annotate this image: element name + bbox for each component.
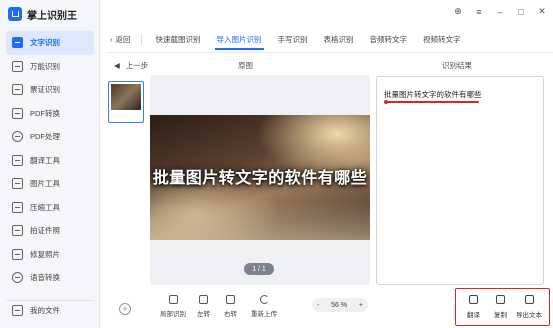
copy-icon <box>496 295 505 304</box>
sidebar-item-label: 语音转换 <box>30 273 60 283</box>
export-icon <box>524 295 534 304</box>
close-button[interactable]: ✕ <box>537 6 547 17</box>
menu-icon[interactable]: ≡ <box>474 7 484 17</box>
sidebar-item-label: 修复照片 <box>30 249 60 259</box>
rotate-right-button[interactable]: 右转 <box>224 295 237 318</box>
tab-audio-to-text[interactable]: 音频转文字 <box>368 34 410 45</box>
image-thumbnail[interactable] <box>108 81 144 123</box>
reupload-button[interactable]: 重新上传 <box>251 295 277 318</box>
preview-image: 批量图片转文字的软件有哪些 <box>150 115 370 240</box>
sidebar-item-label: PDF转换 <box>30 108 60 118</box>
pdf-convert-icon <box>12 107 23 119</box>
sidebar-item-translate[interactable]: 翻译工具 <box>6 149 94 173</box>
folder-icon <box>12 305 23 316</box>
sidebar-list: 文字识别 万能识别 票证识别 PDF转换 PDF处理 翻译工具 图片工具 压缩工… <box>6 31 94 290</box>
divider <box>108 52 553 53</box>
zoom-out-button[interactable]: - <box>317 302 319 309</box>
sidebar-item-pdf-process[interactable]: PDF处理 <box>6 125 94 149</box>
reupload-label: 重新上传 <box>251 311 277 318</box>
sidebar-item-label: 压缩工具 <box>30 202 60 212</box>
sidebar-item-text-recognition[interactable]: 文字识别 <box>6 31 94 55</box>
tab-table[interactable]: 表格识别 <box>322 34 356 45</box>
crop-label: 局部识别 <box>160 311 186 318</box>
copy-label: 复制 <box>494 312 507 319</box>
sidebar-item-label: 票证识别 <box>30 85 60 95</box>
top-tabs: ‹ 返回 快速截图识别 导入图片识别 手写识别 表格识别 音频转文字 视频转文字 <box>110 30 550 50</box>
universal-recognition-icon <box>12 60 23 72</box>
sidebar-item-image-tool[interactable]: 图片工具 <box>6 172 94 196</box>
result-text[interactable]: 批量图片转文字的软件有哪些 <box>384 89 482 100</box>
my-files-button[interactable]: 我的文件 <box>6 300 94 320</box>
app-title: 掌上识别王 <box>27 10 77 22</box>
image-tool-icon <box>12 178 23 190</box>
thumbnail-image <box>111 84 141 110</box>
zoom-in-button[interactable]: + <box>359 302 363 309</box>
translate-icon <box>12 154 23 166</box>
sidebar-item-pdf-convert[interactable]: PDF转换 <box>6 102 94 126</box>
text-recognition-icon <box>12 37 23 49</box>
chevron-left-icon: ‹ <box>110 34 113 44</box>
refresh-icon <box>259 295 269 304</box>
copy-button[interactable]: 复制 <box>494 295 507 319</box>
sidebar-item-label: 图片工具 <box>30 179 60 189</box>
tab-quick-screenshot[interactable]: 快速截图识别 <box>154 34 203 45</box>
rotate-left-icon <box>199 295 208 304</box>
rotate-right-label: 右转 <box>224 311 237 318</box>
translate-icon <box>469 295 478 304</box>
sidebar-item-universal-recognition[interactable]: 万能识别 <box>6 55 94 79</box>
sidebar: 掌上识别王 文字识别 万能识别 票证识别 PDF转换 PDF处理 翻译工具 图片… <box>0 0 100 328</box>
tab-import-image[interactable]: 导入图片识别 <box>214 34 264 50</box>
sidebar-item-repair-photo[interactable]: 修复照片 <box>6 243 94 267</box>
sidebar-item-id-photo[interactable]: 拍证件照 <box>6 219 94 243</box>
previous-step-label: 上一步 <box>125 61 149 70</box>
sidebar-item-label: 翻译工具 <box>30 155 60 165</box>
highlight-underline <box>384 100 479 104</box>
sidebar-item-label: PDF处理 <box>30 132 60 142</box>
result-panel[interactable] <box>376 76 544 285</box>
tab-handwriting[interactable]: 手写识别 <box>276 34 310 45</box>
translate-label: 翻译 <box>467 312 480 319</box>
pdf-process-icon <box>12 131 23 143</box>
skin-icon[interactable]: ⊕ <box>453 6 463 17</box>
window-controls: ⊕ ≡ – □ ✕ <box>453 6 547 17</box>
zoom-value: 56 % <box>331 301 348 309</box>
app-logo: 掌上识别王 <box>8 6 77 22</box>
image-banner-text: 批量图片转文字的软件有哪些 <box>152 168 368 187</box>
back-label: 返回 <box>115 34 131 44</box>
back-button[interactable]: ‹ 返回 <box>110 33 142 45</box>
crop-icon <box>168 295 178 304</box>
add-image-button[interactable]: + <box>119 303 131 315</box>
maximize-button[interactable]: □ <box>516 7 526 17</box>
crop-recognize-button[interactable]: 局部识别 <box>160 295 186 318</box>
id-photo-icon <box>12 225 23 237</box>
ticket-recognition-icon <box>12 84 23 96</box>
page-indicator: 1 / 1 <box>244 263 274 275</box>
sidebar-item-label: 拍证件照 <box>30 226 60 236</box>
minimize-button[interactable]: – <box>495 7 505 17</box>
result-title: 识别结果 <box>442 61 472 70</box>
sidebar-item-label: 万能识别 <box>30 61 60 71</box>
sidebar-item-label: 文字识别 <box>30 38 60 48</box>
repair-photo-icon <box>12 248 23 260</box>
rotate-right-icon <box>226 295 235 304</box>
voice-convert-icon <box>12 272 23 284</box>
rotate-left-label: 左转 <box>197 311 210 318</box>
sidebar-item-voice-convert[interactable]: 语音转换 <box>6 266 94 290</box>
app-logo-icon <box>8 7 22 21</box>
zoom-control: - 56 % + <box>312 298 368 312</box>
export-text-button[interactable]: 导出文本 <box>516 295 542 319</box>
my-files-label: 我的文件 <box>30 306 60 315</box>
previous-step-button[interactable]: ◀ 上一步 <box>114 60 148 71</box>
original-image-title: 原图 <box>238 61 253 70</box>
sidebar-item-ticket-recognition[interactable]: 票证识别 <box>6 78 94 102</box>
arrow-left-icon: ◀ <box>114 61 120 70</box>
translate-button[interactable]: 翻译 <box>467 295 480 319</box>
compress-icon <box>12 201 23 213</box>
export-label: 导出文本 <box>516 312 542 319</box>
tab-video-to-text[interactable]: 视频转文字 <box>421 34 463 45</box>
sidebar-item-compress[interactable]: 压缩工具 <box>6 196 94 220</box>
rotate-left-button[interactable]: 左转 <box>197 295 210 318</box>
